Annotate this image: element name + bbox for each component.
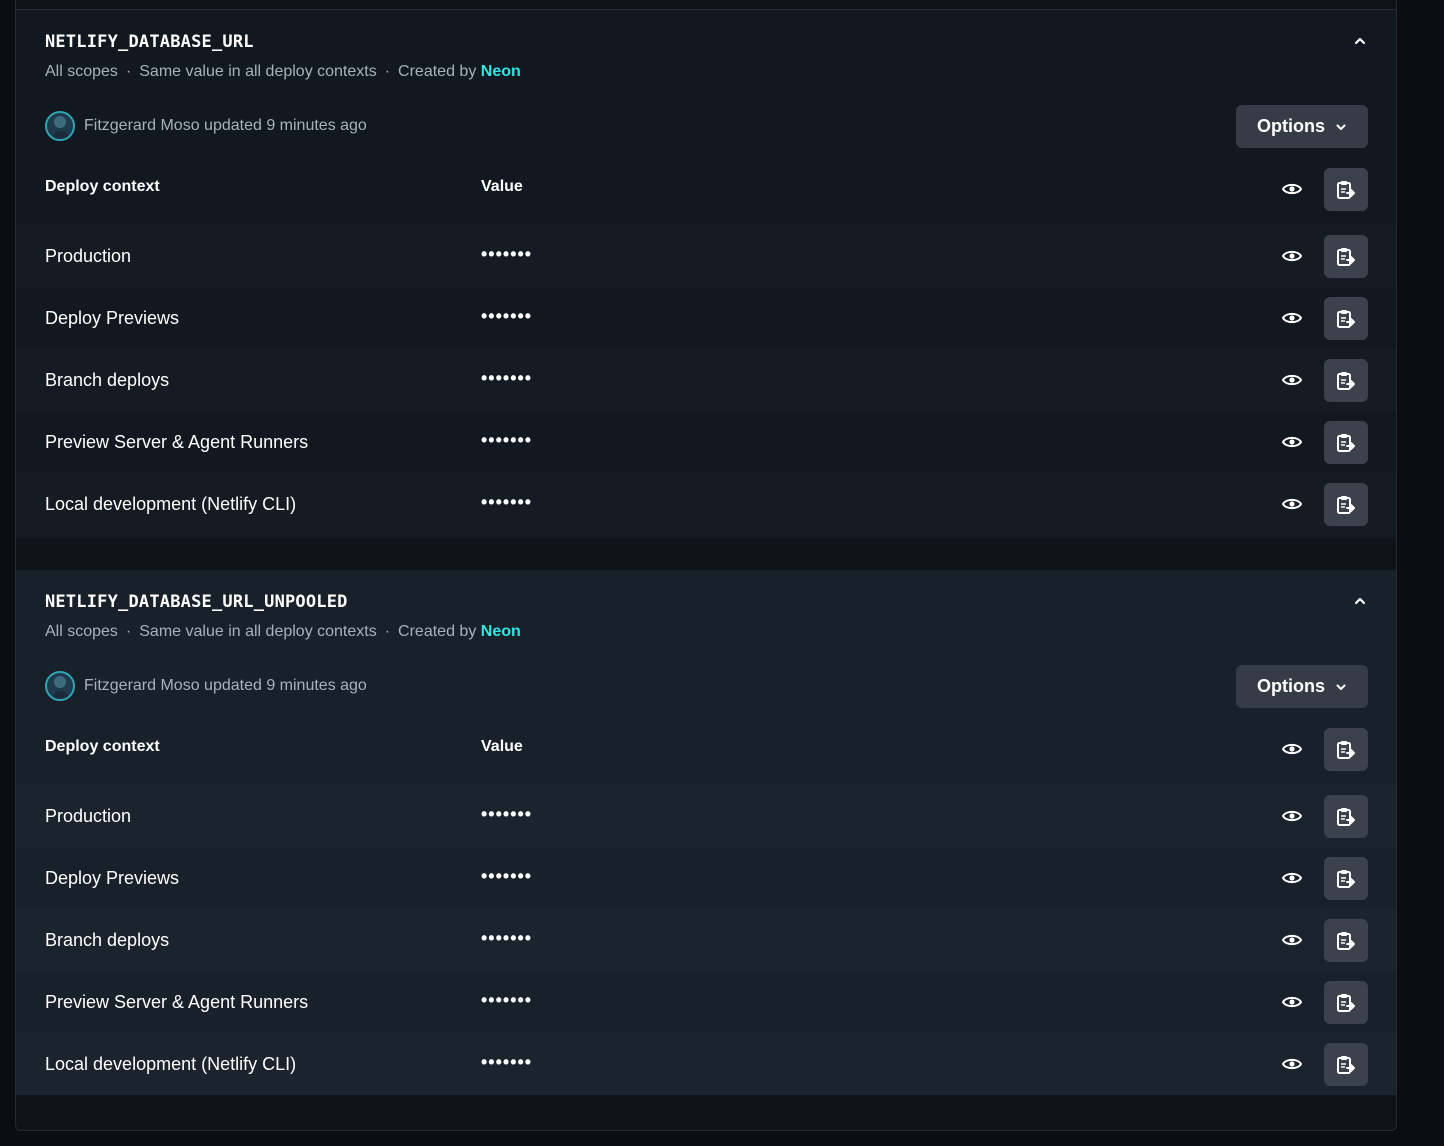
variable-meta: All scopes · Same value in all deploy cont… <box>45 623 521 641</box>
eye-icon[interactable] <box>1281 738 1303 760</box>
chevron-down-icon <box>1336 684 1346 690</box>
options-button[interactable]: Options <box>1236 105 1368 148</box>
variable-name: NETLIFY_DATABASE_URL_UNPOOLED <box>45 592 348 612</box>
deploy-context-label: Deploy Previews <box>45 308 180 328</box>
eye-icon[interactable] <box>1281 369 1303 391</box>
masked-value: ••••••• <box>481 244 533 264</box>
created-by-link[interactable]: Neon <box>481 63 521 80</box>
deploy-context-label: Preview Server & Agent Runners <box>45 432 309 452</box>
clipboard-copy-icon[interactable] <box>1324 359 1368 402</box>
contexts-note: Same value in all deploy contexts <box>139 63 377 80</box>
masked-value: ••••••• <box>481 306 533 326</box>
clipboard-copy-icon[interactable] <box>1324 919 1368 962</box>
masked-value: ••••••• <box>481 866 533 886</box>
options-label: Options <box>1257 116 1325 136</box>
deploy-context-label: Branch deploys <box>45 930 170 950</box>
eye-icon[interactable] <box>1281 867 1303 889</box>
created-by-label: Created by <box>398 623 477 640</box>
table-row: Preview Server & Agent Runners ••••••• <box>16 411 1396 473</box>
table-row: Local development (Netlify CLI) ••••••• <box>16 1033 1396 1095</box>
masked-value: ••••••• <box>481 990 533 1010</box>
column-header-value: Value <box>481 178 523 195</box>
table-row: Preview Server & Agent Runners ••••••• <box>16 971 1396 1033</box>
column-header-value: Value <box>481 738 523 755</box>
options-label: Options <box>1257 676 1325 696</box>
created-by-label: Created by <box>398 63 477 80</box>
eye-icon[interactable] <box>1281 991 1303 1013</box>
masked-value: ••••••• <box>481 368 533 388</box>
clipboard-copy-icon[interactable] <box>1324 235 1368 278</box>
last-updated: Fitzgerard Moso updated 9 minutes ago <box>45 111 367 141</box>
avatar <box>45 671 75 701</box>
table-row: Branch deploys ••••••• <box>16 909 1396 971</box>
masked-value: ••••••• <box>481 492 533 512</box>
last-updated: Fitzgerard Moso updated 9 minutes ago <box>45 671 367 701</box>
deploy-context-label: Deploy Previews <box>45 868 180 888</box>
eye-icon[interactable] <box>1281 929 1303 951</box>
eye-icon[interactable] <box>1281 493 1303 515</box>
deploy-context-label: Local development (Netlify CLI) <box>45 494 297 514</box>
clipboard-copy-icon[interactable] <box>1324 981 1368 1024</box>
deploy-context-label: Local development (Netlify CLI) <box>45 1054 297 1074</box>
table-row: Production ••••••• <box>16 225 1396 287</box>
clipboard-copy-icon[interactable] <box>1324 857 1368 900</box>
env-variable-card: NETLIFY_DATABASE_URL_UNPOOLED All scopes… <box>16 570 1396 1095</box>
scope-text: All scopes <box>45 623 118 640</box>
env-variables-panel: NETLIFY_DATABASE_URL All scopes · Same val… <box>15 0 1397 1131</box>
masked-value: ••••••• <box>481 928 533 948</box>
scope-text: All scopes <box>45 63 118 80</box>
table-row: Deploy Previews ••••••• <box>16 847 1396 909</box>
deploy-context-label: Branch deploys <box>45 370 170 390</box>
separator-dot: · <box>125 63 132 80</box>
clipboard-copy-icon[interactable] <box>1324 483 1368 526</box>
avatar <box>45 111 75 141</box>
separator-dot: · <box>384 623 391 640</box>
eye-icon[interactable] <box>1281 431 1303 453</box>
deploy-context-label: Production <box>45 806 132 826</box>
separator-dot: · <box>125 623 132 640</box>
clipboard-copy-icon[interactable] <box>1324 421 1368 464</box>
eye-icon[interactable] <box>1281 805 1303 827</box>
table-row: Branch deploys ••••••• <box>16 349 1396 411</box>
updated-text: Fitzgerard Moso updated 9 minutes ago <box>84 117 367 134</box>
masked-value: ••••••• <box>481 804 533 824</box>
clipboard-copy-icon[interactable] <box>1324 728 1368 771</box>
variable-meta: All scopes · Same value in all deploy cont… <box>45 63 521 81</box>
options-button[interactable]: Options <box>1236 665 1368 708</box>
column-header-context: Deploy context <box>45 178 160 195</box>
clipboard-copy-icon[interactable] <box>1324 297 1368 340</box>
table-header: Deploy context Value <box>16 718 1396 780</box>
created-by-link[interactable]: Neon <box>481 623 521 640</box>
clipboard-copy-icon[interactable] <box>1324 1043 1368 1086</box>
eye-icon[interactable] <box>1281 307 1303 329</box>
masked-value: ••••••• <box>481 1052 533 1072</box>
table-row: Local development (Netlify CLI) ••••••• <box>16 473 1396 535</box>
updated-text: Fitzgerard Moso updated 9 minutes ago <box>84 677 367 694</box>
masked-value: ••••••• <box>481 430 533 450</box>
eye-icon[interactable] <box>1281 178 1303 200</box>
chevron-up-icon[interactable] <box>1353 34 1367 48</box>
chevron-down-icon <box>1336 124 1346 130</box>
column-header-context: Deploy context <box>45 738 160 755</box>
separator-dot: · <box>384 63 391 80</box>
env-variable-card: NETLIFY_DATABASE_URL All scopes · Same val… <box>16 10 1396 538</box>
clipboard-copy-icon[interactable] <box>1324 795 1368 838</box>
table-row: Production ••••••• <box>16 785 1396 847</box>
contexts-note: Same value in all deploy contexts <box>139 623 377 640</box>
clipboard-copy-icon[interactable] <box>1324 168 1368 211</box>
chevron-up-icon[interactable] <box>1353 594 1367 608</box>
eye-icon[interactable] <box>1281 245 1303 267</box>
table-header: Deploy context Value <box>16 158 1396 220</box>
deploy-context-label: Production <box>45 246 132 266</box>
variable-name: NETLIFY_DATABASE_URL <box>45 32 254 52</box>
eye-icon[interactable] <box>1281 1053 1303 1075</box>
table-row: Deploy Previews ••••••• <box>16 287 1396 349</box>
deploy-context-label: Preview Server & Agent Runners <box>45 992 309 1012</box>
